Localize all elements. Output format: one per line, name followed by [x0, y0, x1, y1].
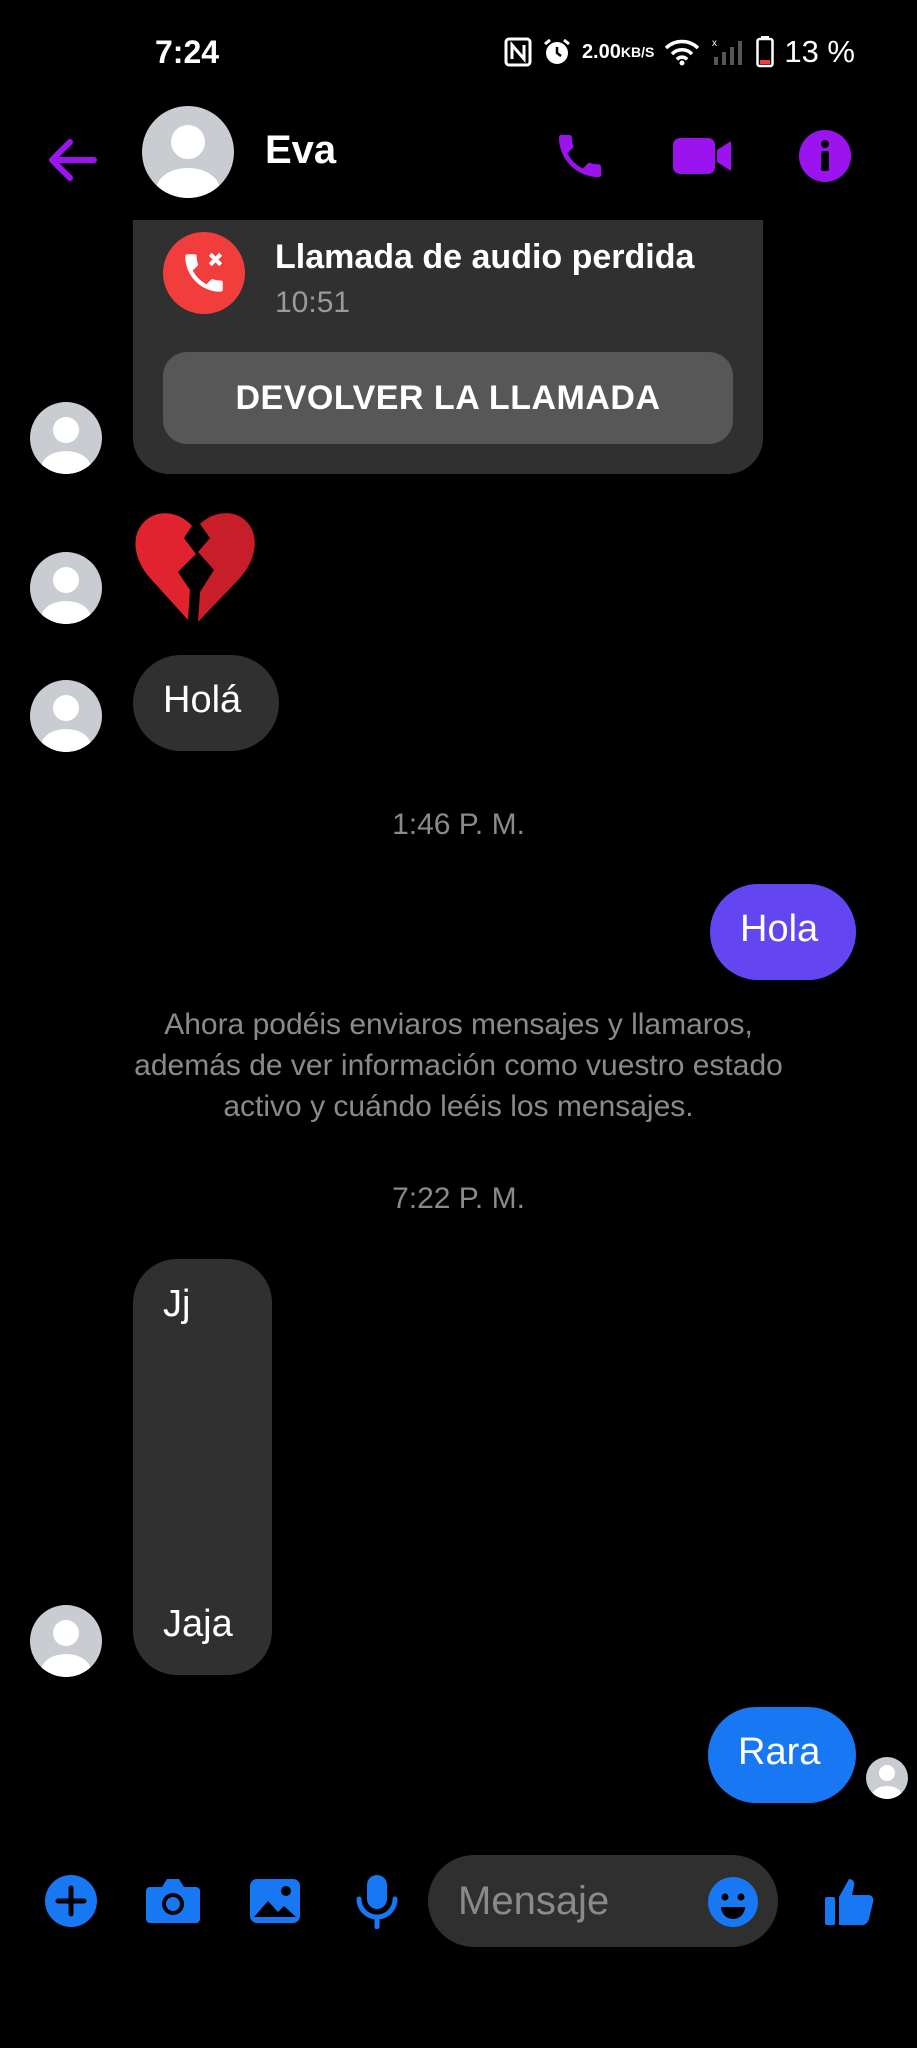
video-call-button[interactable] [670, 124, 734, 188]
back-arrow-icon [49, 139, 97, 181]
net-speed-value: 2.00 [581, 41, 621, 63]
back-button[interactable] [42, 130, 102, 190]
audio-call-button[interactable] [548, 124, 612, 188]
signal-icon: x [710, 37, 746, 67]
net-speed-unit: KB/S [620, 44, 655, 60]
status-time: 7:24 [155, 34, 220, 70]
message-text: Jaja [163, 1603, 233, 1645]
incoming-message[interactable]: Holá [133, 655, 279, 751]
call-back-button[interactable]: DEVOLVER LA LLAMADA [163, 352, 733, 444]
battery-icon [756, 36, 775, 68]
sender-avatar[interactable] [30, 552, 102, 624]
microphone-icon [356, 1875, 398, 1929]
incoming-message-group[interactable]: Jj Jaja [133, 1259, 272, 1675]
timestamp: 1:46 P. M. [392, 808, 525, 841]
contact-name[interactable]: Eva [265, 128, 336, 173]
sender-avatar[interactable] [30, 680, 102, 752]
plus-icon [45, 1875, 97, 1927]
contact-avatar[interactable] [142, 106, 234, 198]
camera-icon [146, 1879, 200, 1923]
timestamp: 7:22 P. M. [392, 1182, 525, 1215]
like-button[interactable] [820, 1870, 882, 1932]
broken-heart-icon [130, 508, 260, 628]
message-text: Jj [163, 1283, 191, 1325]
voice-button[interactable] [346, 1870, 408, 1932]
gallery-button[interactable] [244, 1870, 306, 1932]
connection-info-text: Ahora podéis enviaros mensajes y llamaro… [134, 1008, 783, 1123]
missed-call-card: Llamada de audio perdida 10:51 DEVOLVER … [133, 220, 763, 474]
alarm-icon [542, 37, 572, 67]
add-button[interactable] [40, 1870, 102, 1932]
image-icon [250, 1879, 300, 1923]
camera-button[interactable] [142, 1870, 204, 1932]
info-button[interactable] [793, 124, 857, 188]
outgoing-message[interactable]: Rara [708, 1707, 856, 1803]
wifi-icon [664, 38, 700, 66]
emoji-icon [708, 1877, 758, 1927]
message-text: Rara [738, 1731, 821, 1773]
missed-call-icon [163, 232, 245, 314]
sender-avatar[interactable] [30, 1605, 102, 1677]
chat-header: Eva [0, 106, 917, 218]
phone-icon [559, 135, 601, 177]
battery-percent: 13 % [784, 34, 855, 69]
message-composer [0, 1850, 917, 1950]
message-text: Holá [163, 679, 242, 721]
emoji-button[interactable] [706, 1875, 760, 1929]
svg-text:x: x [712, 38, 717, 49]
nfc-icon [504, 37, 532, 67]
net-speed: 2.00 KB/S [582, 42, 654, 62]
video-camera-icon [673, 138, 731, 174]
call-title: Llamada de audio perdida [275, 238, 695, 276]
status-bar: 7:24 2.00 KB/S x 13 % [0, 0, 917, 110]
call-time: 10:51 [275, 286, 351, 319]
status-icons: 2.00 KB/S x 13 % [504, 34, 855, 70]
read-receipt-avatar [866, 1757, 908, 1799]
info-icon [799, 130, 851, 182]
message-text: Hola [740, 908, 819, 950]
thumbs-up-icon [825, 1879, 874, 1925]
outgoing-message[interactable]: Hola [710, 884, 856, 980]
sender-avatar[interactable] [30, 402, 102, 474]
